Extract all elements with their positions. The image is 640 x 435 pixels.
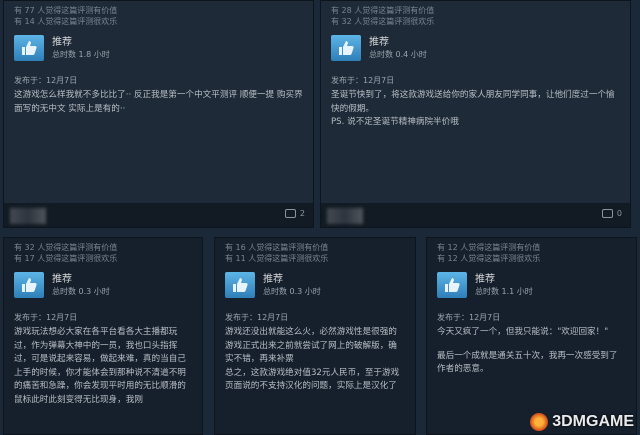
review-body: 这游戏怎么样我就不多比比了·· 反正我是第一个中文平测评 顺便一提 购买界面写的… [4, 86, 313, 116]
hours-played: 总时数 0.4 小时 [369, 50, 427, 59]
thumbs-up-icon [14, 35, 44, 61]
posted-date: 发布于：12月7日 [14, 76, 78, 85]
review-paragraph: 游戏玩法想必大家在各平台看各大主播都玩过，作为弹幕大神中的一员，我也口头指挥过，… [14, 327, 186, 405]
recommendation: 推荐 总时数 1.8 小时 [14, 35, 313, 61]
thumbs-up-icon [14, 272, 44, 298]
hours-played: 总时数 0.3 小时 [263, 287, 321, 296]
review-body: 游戏玩法想必大家在各平台看各大主播都玩过，作为弹幕大神中的一员，我也口头指挥过，… [4, 323, 202, 407]
review-card[interactable]: 有 32 人觉得这篇评测有价值 有 17 人觉得这篇评测很欢乐 推荐 总时数 0… [3, 237, 203, 435]
recommend-label: 推荐 [475, 274, 495, 285]
recommend-label: 推荐 [263, 274, 283, 285]
review-card[interactable]: 有 28 人觉得这篇评测有价值 有 32 人觉得这篇评测很欢乐 推荐 总时数 0… [320, 0, 631, 228]
review-body: 游戏还没出就能这么火，必然游戏性是很强的游戏正式出来之前就尝试了网上的破解版，确… [215, 323, 415, 394]
posted-date: 发布于：12月7日 [331, 76, 395, 85]
recommendation: 推荐 总时数 0.3 小时 [14, 272, 202, 298]
helpful-count: 有 16 人觉得这篇评测有价值 [225, 243, 329, 252]
comment-button[interactable]: 0 [601, 209, 622, 218]
comment-button[interactable]: 2 [284, 209, 305, 218]
review-paragraph: 最后一个成就是通关五十次，我再一次感受到了作者的恶意。 [437, 350, 618, 375]
recommendation: 推荐 总时数 0.4 小时 [331, 35, 630, 61]
recommendation: 推荐 总时数 1.1 小时 [437, 272, 636, 298]
helpful-count: 有 28 人觉得这篇评测有价值 [331, 6, 435, 15]
review-paragraph: 圣诞节快到了，将这款游戏送给你的家人朋友同学同事，让他们度过一个愉快的假期。 [331, 90, 615, 114]
comment-icon [601, 209, 613, 218]
helpful-stats: 有 16 人觉得这篇评测有价值 有 11 人觉得这篇评测很欢乐 [215, 238, 415, 264]
review-paragraph: 游戏还没出就能这么火，必然游戏性是很强的游戏正式出来之前就尝试了网上的破解版，确… [225, 327, 397, 364]
funny-count: 有 11 人觉得这篇评测很欢乐 [225, 254, 329, 263]
helpful-count: 有 32 人觉得这篇评测有价值 [14, 243, 118, 252]
posted-date: 发布于：12月7日 [14, 313, 78, 322]
review-paragraph: 今天又疯了一个，但我只能说："欢迎回家！" [437, 327, 609, 337]
helpful-stats: 有 28 人觉得这篇评测有价值 有 32 人觉得这篇评测很欢乐 [321, 1, 630, 27]
recommendation: 推荐 总时数 0.3 小时 [225, 272, 415, 298]
hours-played: 总时数 0.3 小时 [52, 287, 110, 296]
thumbs-up-icon [331, 35, 361, 61]
thumbs-up-icon [225, 272, 255, 298]
helpful-count: 有 77 人觉得这篇评测有价值 [14, 6, 118, 15]
review-paragraph: 总之，这款游戏绝对值32元人民币，至于游戏页面说的不支持汉化的问题，实际上是汉化… [225, 367, 400, 392]
avatar[interactable] [10, 208, 46, 224]
review-card[interactable]: 有 16 人觉得这篇评测有价值 有 11 人觉得这篇评测很欢乐 推荐 总时数 0… [214, 237, 416, 435]
review-card[interactable]: 有 77 人觉得这篇评测有价值 有 14 人觉得这篇评测很欢乐 推荐 总时数 1… [3, 0, 314, 228]
3dm-logo-icon [530, 413, 549, 431]
funny-count: 有 17 人觉得这篇评测很欢乐 [14, 254, 118, 263]
comment-icon [284, 209, 296, 218]
thumbs-up-icon [437, 272, 467, 298]
helpful-count: 有 12 人觉得这篇评测有价值 [437, 243, 541, 252]
avatar[interactable] [327, 208, 363, 224]
review-paragraph: PS. 说不定圣诞节精神病院半价哦 [331, 117, 459, 127]
recommend-label: 推荐 [369, 37, 389, 48]
comment-count: 2 [299, 209, 305, 218]
posted-date: 发布于：12月7日 [437, 313, 501, 322]
review-body: 圣诞节快到了，将这款游戏送给你的家人朋友同学同事，让他们度过一个愉快的假期。 P… [321, 86, 630, 130]
funny-count: 有 12 人觉得这篇评测很欢乐 [437, 254, 541, 263]
funny-count: 有 14 人觉得这篇评测很欢乐 [14, 17, 118, 26]
watermark-text: 3DMGAME [552, 413, 634, 430]
review-footer: 0 [321, 203, 630, 227]
comment-count: 0 [616, 209, 622, 218]
posted-date: 发布于：12月7日 [225, 313, 289, 322]
hours-played: 总时数 1.1 小时 [475, 287, 533, 296]
watermark: 3DMGAME [530, 413, 634, 431]
helpful-stats: 有 12 人觉得这篇评测有价值 有 12 人觉得这篇评测很欢乐 [427, 238, 636, 264]
helpful-stats: 有 32 人觉得这篇评测有价值 有 17 人觉得这篇评测很欢乐 [4, 238, 202, 264]
funny-count: 有 32 人觉得这篇评测很欢乐 [331, 17, 435, 26]
review-paragraph: 这游戏怎么样我就不多比比了·· 反正我是第一个中文平测评 顺便一提 购买界面写的… [14, 90, 303, 114]
review-body: 今天又疯了一个，但我只能说："欢迎回家！" 最后一个成就是通关五十次，我再一次感… [427, 323, 636, 377]
recommend-label: 推荐 [52, 274, 72, 285]
review-card[interactable]: 有 12 人觉得这篇评测有价值 有 12 人觉得这篇评测很欢乐 推荐 总时数 1… [426, 237, 637, 435]
review-footer: 2 [4, 203, 313, 227]
hours-played: 总时数 1.8 小时 [52, 50, 110, 59]
helpful-stats: 有 77 人觉得这篇评测有价值 有 14 人觉得这篇评测很欢乐 [4, 1, 313, 27]
recommend-label: 推荐 [52, 37, 72, 48]
